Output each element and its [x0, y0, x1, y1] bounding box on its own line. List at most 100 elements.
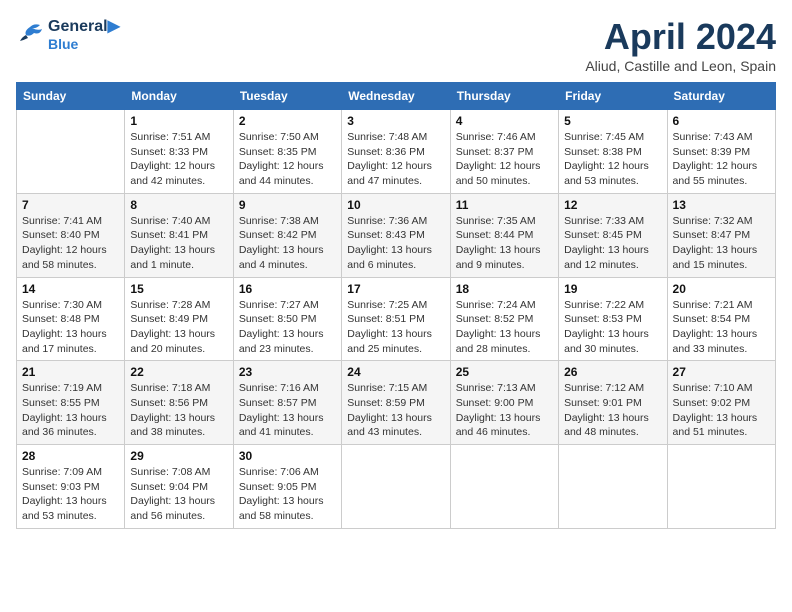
- day-info: Sunrise: 7:32 AM Sunset: 8:47 PM Dayligh…: [673, 214, 770, 273]
- day-number: 2: [239, 114, 336, 128]
- day-number: 9: [239, 198, 336, 212]
- day-cell: 1 Sunrise: 7:51 AM Sunset: 8:33 PM Daylig…: [125, 110, 233, 194]
- day-cell: 30Sunrise: 7:06 AM Sunset: 9:05 PM Dayli…: [233, 445, 341, 529]
- day-cell: 23 Sunrise: 7:16 AM Sunset: 8:57 PM Dayli…: [233, 361, 341, 445]
- week-row-5: 28 Sunrise: 7:09 AM Sunset: 9:03 PM Dayli…: [17, 445, 776, 529]
- day-number: 13: [673, 198, 770, 212]
- calendar-subtitle: Aliud, Castille and Leon, Spain: [585, 58, 776, 74]
- day-number: 11: [456, 198, 553, 212]
- day-cell: 12 Sunrise: 7:33 AM Sunset: 8:45 PM Dayli…: [559, 193, 667, 277]
- day-info: Sunrise: 7:51 AM Sunset: 8:33 PM Dayligh…: [130, 130, 227, 189]
- page-header: General▶ Blue April 2024 Aliud, Castille…: [16, 16, 776, 74]
- day-cell: 6 Sunrise: 7:43 AM Sunset: 8:39 PM Daylig…: [667, 110, 775, 194]
- day-info: Sunrise: 7:46 AM Sunset: 8:37 PM Dayligh…: [456, 130, 553, 189]
- day-info: Sunrise: 7:22 AM Sunset: 8:53 PM Dayligh…: [564, 298, 661, 357]
- day-info: Sunrise: 7:50 AM Sunset: 8:35 PM Dayligh…: [239, 130, 336, 189]
- day-number: 16: [239, 282, 336, 296]
- day-cell: 21 Sunrise: 7:19 AM Sunset: 8:55 PM Dayli…: [17, 361, 125, 445]
- day-number: 24: [347, 365, 444, 379]
- weekday-header-sunday: Sunday: [17, 83, 125, 110]
- day-info: Sunrise: 7:45 AM Sunset: 8:38 PM Dayligh…: [564, 130, 661, 189]
- day-cell: 27Sunrise: 7:10 AM Sunset: 9:02 PM Dayli…: [667, 361, 775, 445]
- day-cell: 19 Sunrise: 7:22 AM Sunset: 8:53 PM Dayli…: [559, 277, 667, 361]
- day-number: 5: [564, 114, 661, 128]
- day-cell: 4 Sunrise: 7:46 AM Sunset: 8:37 PM Daylig…: [450, 110, 558, 194]
- weekday-header-thursday: Thursday: [450, 83, 558, 110]
- weekday-header-saturday: Saturday: [667, 83, 775, 110]
- day-info: Sunrise: 7:13 AM Sunset: 9:00 PM Dayligh…: [456, 381, 553, 440]
- day-info: Sunrise: 7:48 AM Sunset: 8:36 PM Dayligh…: [347, 130, 444, 189]
- logo-bird-icon: [16, 23, 44, 45]
- day-number: 6: [673, 114, 770, 128]
- day-info: Sunrise: 7:27 AM Sunset: 8:50 PM Dayligh…: [239, 298, 336, 357]
- day-cell: 7 Sunrise: 7:41 AM Sunset: 8:40 PM Daylig…: [17, 193, 125, 277]
- day-info: Sunrise: 7:16 AM Sunset: 8:57 PM Dayligh…: [239, 381, 336, 440]
- day-cell: 14Sunrise: 7:30 AM Sunset: 8:48 PM Dayli…: [17, 277, 125, 361]
- day-number: 8: [130, 198, 227, 212]
- day-cell: 29 Sunrise: 7:08 AM Sunset: 9:04 PM Dayli…: [125, 445, 233, 529]
- day-info: Sunrise: 7:19 AM Sunset: 8:55 PM Dayligh…: [22, 381, 119, 440]
- day-cell: [450, 445, 558, 529]
- day-number: 10: [347, 198, 444, 212]
- logo-text: General▶ Blue: [48, 16, 120, 52]
- week-row-3: 14Sunrise: 7:30 AM Sunset: 8:48 PM Dayli…: [17, 277, 776, 361]
- day-info: Sunrise: 7:21 AM Sunset: 8:54 PM Dayligh…: [673, 298, 770, 357]
- day-info: Sunrise: 7:33 AM Sunset: 8:45 PM Dayligh…: [564, 214, 661, 273]
- day-cell: 25 Sunrise: 7:13 AM Sunset: 9:00 PM Dayli…: [450, 361, 558, 445]
- day-cell: 17 Sunrise: 7:25 AM Sunset: 8:51 PM Dayli…: [342, 277, 450, 361]
- day-info: Sunrise: 7:43 AM Sunset: 8:39 PM Dayligh…: [673, 130, 770, 189]
- day-info: Sunrise: 7:18 AM Sunset: 8:56 PM Dayligh…: [130, 381, 227, 440]
- day-cell: [342, 445, 450, 529]
- day-number: 19: [564, 282, 661, 296]
- day-number: 29: [130, 449, 227, 463]
- day-cell: 18Sunrise: 7:24 AM Sunset: 8:52 PM Dayli…: [450, 277, 558, 361]
- calendar-title: April 2024: [585, 16, 776, 58]
- day-number: 3: [347, 114, 444, 128]
- weekday-header-tuesday: Tuesday: [233, 83, 341, 110]
- day-number: 27: [673, 365, 770, 379]
- day-cell: 11Sunrise: 7:35 AM Sunset: 8:44 PM Dayli…: [450, 193, 558, 277]
- day-cell: 26 Sunrise: 7:12 AM Sunset: 9:01 PM Dayli…: [559, 361, 667, 445]
- day-info: Sunrise: 7:09 AM Sunset: 9:03 PM Dayligh…: [22, 465, 119, 524]
- day-cell: 15 Sunrise: 7:28 AM Sunset: 8:49 PM Dayli…: [125, 277, 233, 361]
- weekday-header-friday: Friday: [559, 83, 667, 110]
- week-row-4: 21 Sunrise: 7:19 AM Sunset: 8:55 PM Dayli…: [17, 361, 776, 445]
- day-number: 21: [22, 365, 119, 379]
- weekday-header-monday: Monday: [125, 83, 233, 110]
- title-block: April 2024 Aliud, Castille and Leon, Spa…: [585, 16, 776, 74]
- day-info: Sunrise: 7:30 AM Sunset: 8:48 PM Dayligh…: [22, 298, 119, 357]
- day-cell: 8 Sunrise: 7:40 AM Sunset: 8:41 PM Daylig…: [125, 193, 233, 277]
- day-cell: 16 Sunrise: 7:27 AM Sunset: 8:50 PM Dayli…: [233, 277, 341, 361]
- day-number: 26: [564, 365, 661, 379]
- day-cell: 28 Sunrise: 7:09 AM Sunset: 9:03 PM Dayli…: [17, 445, 125, 529]
- day-number: 15: [130, 282, 227, 296]
- day-number: 18: [456, 282, 553, 296]
- day-number: 25: [456, 365, 553, 379]
- day-number: 17: [347, 282, 444, 296]
- week-row-1: 1 Sunrise: 7:51 AM Sunset: 8:33 PM Daylig…: [17, 110, 776, 194]
- day-number: 20: [673, 282, 770, 296]
- day-info: Sunrise: 7:36 AM Sunset: 8:43 PM Dayligh…: [347, 214, 444, 273]
- day-info: Sunrise: 7:15 AM Sunset: 8:59 PM Dayligh…: [347, 381, 444, 440]
- day-cell: 22Sunrise: 7:18 AM Sunset: 8:56 PM Dayli…: [125, 361, 233, 445]
- day-info: Sunrise: 7:25 AM Sunset: 8:51 PM Dayligh…: [347, 298, 444, 357]
- day-cell: [667, 445, 775, 529]
- day-info: Sunrise: 7:12 AM Sunset: 9:01 PM Dayligh…: [564, 381, 661, 440]
- day-info: Sunrise: 7:06 AM Sunset: 9:05 PM Dayligh…: [239, 465, 336, 524]
- day-cell: 20 Sunrise: 7:21 AM Sunset: 8:54 PM Dayli…: [667, 277, 775, 361]
- day-number: 4: [456, 114, 553, 128]
- day-cell: 5 Sunrise: 7:45 AM Sunset: 8:38 PM Daylig…: [559, 110, 667, 194]
- day-cell: 2 Sunrise: 7:50 AM Sunset: 8:35 PM Daylig…: [233, 110, 341, 194]
- day-cell: 9Sunrise: 7:38 AM Sunset: 8:42 PM Daylig…: [233, 193, 341, 277]
- day-number: 28: [22, 449, 119, 463]
- day-info: Sunrise: 7:40 AM Sunset: 8:41 PM Dayligh…: [130, 214, 227, 273]
- day-info: Sunrise: 7:28 AM Sunset: 8:49 PM Dayligh…: [130, 298, 227, 357]
- day-cell: 13 Sunrise: 7:32 AM Sunset: 8:47 PM Dayli…: [667, 193, 775, 277]
- day-info: Sunrise: 7:41 AM Sunset: 8:40 PM Dayligh…: [22, 214, 119, 273]
- day-number: 12: [564, 198, 661, 212]
- day-info: Sunrise: 7:08 AM Sunset: 9:04 PM Dayligh…: [130, 465, 227, 524]
- day-number: 23: [239, 365, 336, 379]
- day-cell: [17, 110, 125, 194]
- day-number: 1: [130, 114, 227, 128]
- day-number: 7: [22, 198, 119, 212]
